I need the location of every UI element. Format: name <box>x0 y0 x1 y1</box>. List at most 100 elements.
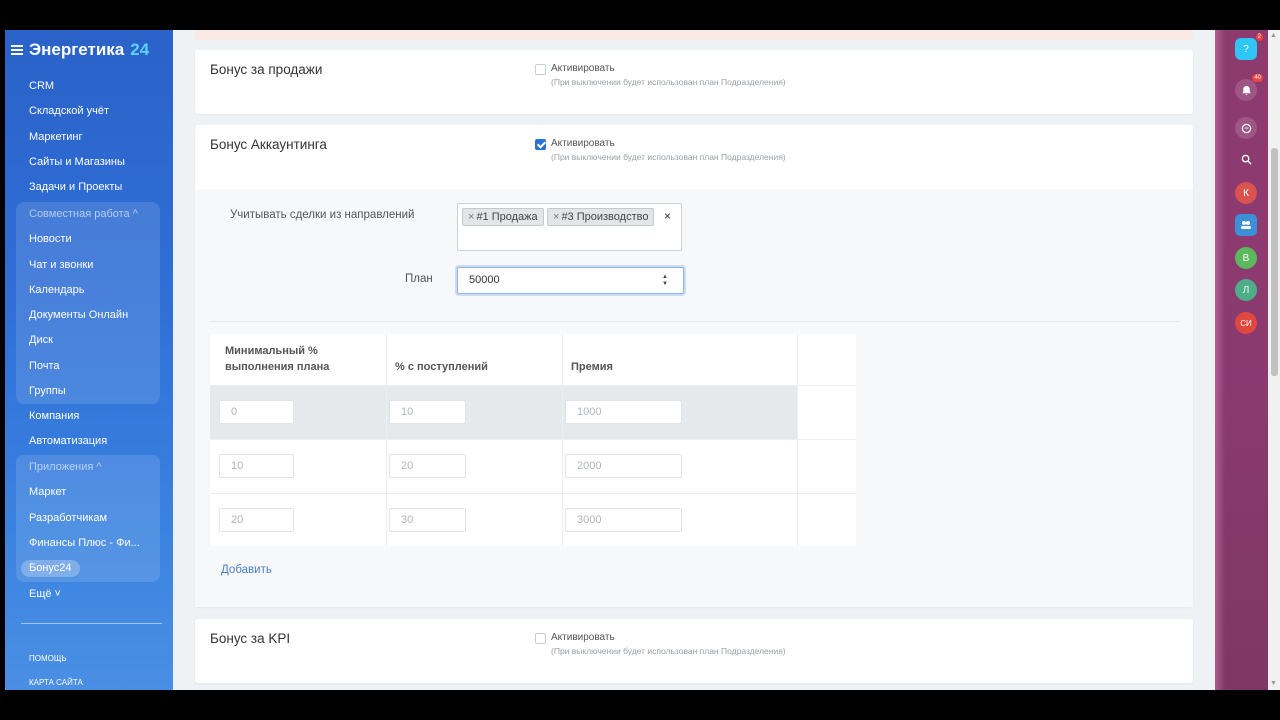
header-bonus: Премия <box>571 361 613 373</box>
chat-icon[interactable] <box>1235 117 1257 139</box>
row2-min-percent-input[interactable]: 10 <box>219 454 294 478</box>
tag-label: #3 Производство <box>561 211 649 223</box>
sidebar-item-developers[interactable]: Разработчикам <box>16 506 160 531</box>
sidebar-item-automation[interactable]: Автоматизация <box>5 429 173 454</box>
sidebar-item-crm[interactable]: CRM <box>5 74 173 99</box>
sidebar-item-finance[interactable]: Финансы Плюс - Фи... <box>16 531 160 556</box>
row1-bonus-input[interactable]: 1000 <box>565 400 682 424</box>
group-apps: Приложения ^ Маркет Разработчикам Финанс… <box>16 455 160 582</box>
accounting-settings: Учитывать сделки из направлений × #1 Прод… <box>195 189 1193 607</box>
row2-percent-input[interactable]: 20 <box>389 454 466 478</box>
sidebar-item-mail[interactable]: Почта <box>16 354 160 379</box>
tag-sales[interactable]: × #1 Продажа <box>462 208 544 226</box>
sidebar-item-company[interactable]: Компания <box>5 404 173 429</box>
tag-remove-icon[interactable]: × <box>553 211 559 223</box>
group-collaboration-header[interactable]: Совместная работа ^ <box>16 202 160 227</box>
checkbox[interactable] <box>535 64 546 75</box>
plan-input[interactable]: 50000 ▲ ▼ <box>457 267 684 294</box>
group-collaboration: Совместная работа ^ Новости Чат и звонки… <box>16 202 160 404</box>
help-link[interactable]: ПОМОЩЬ <box>29 654 67 663</box>
plan-label: План <box>405 273 433 285</box>
sidebar-item-docs[interactable]: Документы Онлайн <box>16 303 160 328</box>
sidebar-item-marketing[interactable]: Маркетинг <box>5 125 173 150</box>
notifications-badge: 40 <box>1252 74 1263 82</box>
sidebar-item-disk[interactable]: Диск <box>16 328 160 353</box>
bottom-black-bar <box>0 690 1280 720</box>
card-title: Бонус Аккаунтинга <box>210 137 327 152</box>
avatar[interactable]: СИ <box>1235 312 1257 334</box>
card-kpi-bonus: Бонус за KPI Активировать (При выключени… <box>195 619 1193 683</box>
card-title: Бонус за KPI <box>210 631 291 646</box>
row-divider <box>210 493 856 494</box>
brand-number: 24 <box>130 40 150 59</box>
sidebar-item-tasks[interactable]: Задачи и Проекты <box>5 175 173 200</box>
card-sales-bonus: Бонус за продажи Активировать (При выклю… <box>195 50 1193 114</box>
sidebar-item-market[interactable]: Маркет <box>16 480 160 505</box>
row3-min-percent-input[interactable]: 20 <box>219 508 294 532</box>
scroll-thumb[interactable] <box>1271 148 1278 376</box>
sidebar-item-chat[interactable]: Чат и звонки <box>16 253 160 278</box>
header-min-percent: Минимальный % выполнения плана <box>225 345 330 373</box>
sidebar-item-sites[interactable]: Сайты и Магазины <box>5 150 173 175</box>
bell-icon[interactable]: 40 <box>1235 74 1263 101</box>
section-divider <box>210 321 1180 322</box>
sidebar-item-news[interactable]: Новости <box>16 227 160 252</box>
main-content: Бонус за продажи Активировать (При выклю… <box>173 30 1215 690</box>
rail-edge <box>1215 30 1225 690</box>
group-chat-icon[interactable] <box>1235 214 1257 236</box>
avatar[interactable]: Л <box>1235 279 1257 301</box>
number-spinner-icon[interactable]: ▲ ▼ <box>661 274 669 288</box>
avatar[interactable]: К <box>1235 182 1257 204</box>
directions-multiselect[interactable]: × #1 Продажа × #3 Производство × <box>457 203 682 251</box>
directions-label: Учитывать сделки из направлений <box>230 209 415 221</box>
plan-value: 50000 <box>469 274 500 286</box>
previous-card-edge <box>195 30 1193 40</box>
checkbox-label: Активировать <box>551 138 615 149</box>
brand-name: Энергетика <box>29 40 125 59</box>
left-sidebar: Энергетика 24 CRM Складской учёт Маркети… <box>5 30 173 690</box>
brand[interactable]: Энергетика 24 <box>11 40 149 60</box>
row3-bonus-input[interactable]: 3000 <box>565 508 682 532</box>
col-divider <box>386 334 387 546</box>
sidebar-item-warehouse[interactable]: Складской учёт <box>5 99 173 124</box>
sidebar-item-calendar[interactable]: Календарь <box>16 278 160 303</box>
row1-percent-input[interactable]: 10 <box>389 400 466 424</box>
add-row-link[interactable]: Добавить <box>221 564 272 576</box>
tag-remove-icon[interactable]: × <box>468 211 474 223</box>
checkbox-hint: (При выключении будет использован план П… <box>551 646 786 656</box>
sidebar-divider <box>21 623 162 624</box>
tag-production[interactable]: × #3 Производство <box>547 208 655 226</box>
tag-label: #1 Продажа <box>476 211 538 223</box>
menu-icon[interactable] <box>11 45 23 55</box>
top-black-bar <box>0 0 1280 30</box>
avatar[interactable]: В <box>1235 247 1257 269</box>
row3-percent-input[interactable]: 30 <box>389 508 466 532</box>
group-apps-header[interactable]: Приложения ^ <box>16 455 160 480</box>
help-icon[interactable]: ? 2 <box>1235 33 1263 60</box>
bonus-table: Минимальный % выполнения плана % с посту… <box>210 334 856 546</box>
scroll-down-icon[interactable]: ▼ <box>1270 680 1277 687</box>
help-badge: 2 <box>1255 33 1263 41</box>
scroll-up-icon[interactable]: ▲ <box>1270 32 1277 39</box>
nav-top: CRM Складской учёт Маркетинг Сайты и Маг… <box>5 74 173 200</box>
sitemap-link[interactable]: КАРТА САЙТА <box>29 678 83 687</box>
sidebar-item-groups[interactable]: Группы <box>16 379 160 404</box>
clear-all-icon[interactable]: × <box>664 209 671 223</box>
header-percent-income: % с поступлений <box>395 361 488 373</box>
search-icon[interactable] <box>1235 148 1257 170</box>
vertical-scrollbar[interactable]: ▲ ▼ <box>1268 30 1280 690</box>
active-pill-label: Бонус24 <box>21 560 80 578</box>
checkbox-hint: (При выключении будет использован план П… <box>551 152 786 162</box>
row-highlight <box>210 385 797 439</box>
col-divider <box>562 334 563 546</box>
nav-more: Ещё ˅ <box>5 582 173 607</box>
checkbox[interactable] <box>535 633 546 644</box>
card-title: Бонус за продажи <box>210 62 323 77</box>
sidebar-item-bonus24[interactable]: Бонус24 <box>16 556 160 581</box>
row2-bonus-input[interactable]: 2000 <box>565 454 682 478</box>
sidebar-item-more[interactable]: Ещё ˅ <box>5 582 173 607</box>
checkbox-checked[interactable] <box>535 139 546 150</box>
screen: Энергетика 24 CRM Складской учёт Маркети… <box>0 0 1280 720</box>
col-divider <box>797 334 798 546</box>
row1-min-percent-input[interactable]: 0 <box>219 400 294 424</box>
